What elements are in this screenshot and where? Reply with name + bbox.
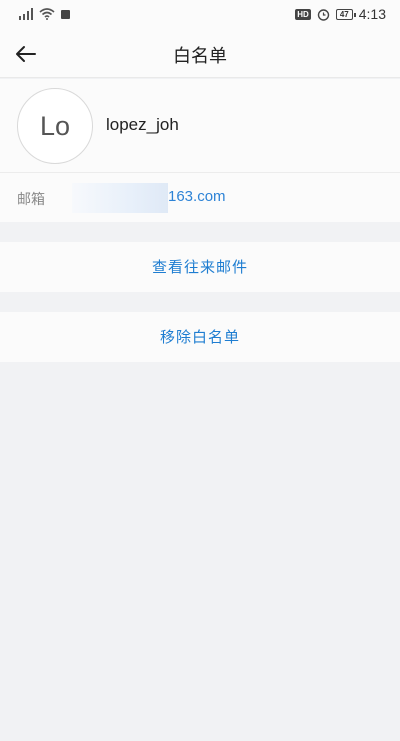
status-right: HD 47 4:13 (295, 6, 386, 22)
contact-profile: Lo lopez_joh (0, 79, 400, 172)
notification-icon (61, 9, 70, 19)
battery-indicator: 47 (335, 8, 356, 20)
navigation-bar: 白名单 (0, 30, 400, 78)
email-row: 邮箱 163.com (0, 172, 400, 222)
status-left-icons (17, 8, 70, 20)
view-mail-button[interactable]: 查看往来邮件 (0, 242, 400, 292)
status-time: 4:13 (358, 6, 386, 22)
status-bar: HD 47 4:13 (0, 0, 400, 30)
email-label: 邮箱 (17, 192, 45, 208)
signal-icon (19, 8, 33, 20)
wifi-icon (39, 8, 55, 20)
page-title: 白名单 (173, 46, 227, 67)
avatar: Lo (17, 88, 93, 164)
email-masked-area (72, 183, 168, 213)
contact-name: lopez_joh (106, 115, 179, 134)
email-value[interactable]: 163.com (168, 188, 226, 205)
hd-badge: HD (295, 8, 311, 20)
remove-whitelist-button[interactable]: 移除白名单 (0, 312, 400, 362)
alarm-icon (317, 8, 330, 21)
